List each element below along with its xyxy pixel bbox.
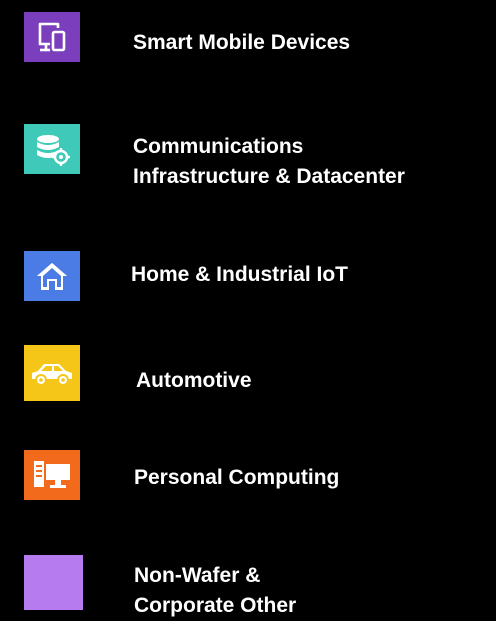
swatch-personal-computing [24,450,80,500]
swatch-communications-infrastructure [24,124,80,174]
swatch-home-industrial-iot [24,251,80,301]
label-line: Home & Industrial IoT [131,263,349,286]
label-line: Corporate Other [134,594,297,617]
database-gear-icon [33,132,71,166]
label-line: Communications [133,135,304,158]
label-line: Personal Computing [134,466,340,489]
label-line: Smart Mobile Devices [133,31,351,54]
label-line: Automotive [136,369,252,392]
car-icon [29,359,75,387]
devices-icon [34,20,70,54]
swatch-smart-mobile-devices [24,12,80,62]
label-line: Non-Wafer & [134,564,261,587]
swatch-non-wafer-corporate-other [24,555,83,610]
home-icon [35,260,69,292]
label-line: Infrastructure & Datacenter [133,165,405,188]
desktop-computer-icon [32,458,72,492]
swatch-automotive [24,345,80,401]
